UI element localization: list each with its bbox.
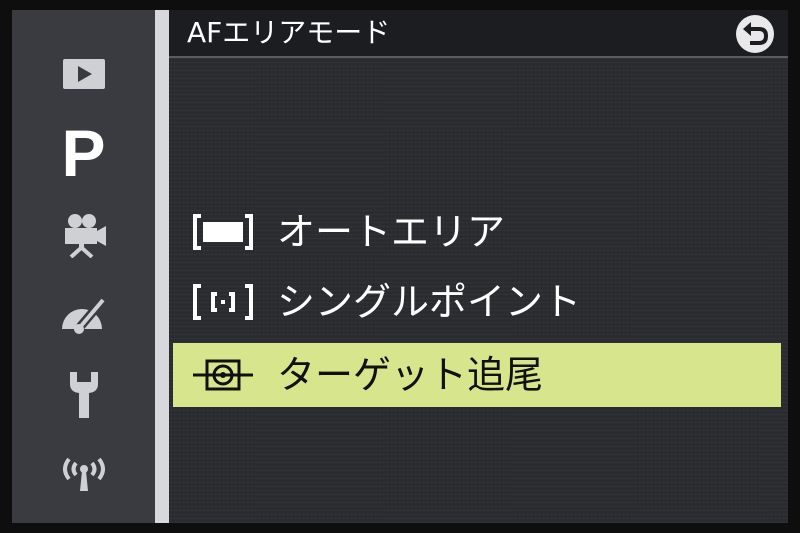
camera-screen: P AFエリアモード オートエリア シングルポイント ターゲット追尾 (0, 0, 800, 533)
menu-panel: AFエリアモード オートエリア シングルポイント ターゲット追尾 (169, 10, 788, 523)
single-point-bracket-icon (173, 270, 273, 334)
menu-item-target-tracking[interactable]: ターゲット追尾 (173, 343, 781, 407)
menu-item-label: シングルポイント (277, 280, 582, 324)
target-tracking-icon (173, 343, 273, 407)
shooting-mode-icon[interactable]: P (12, 114, 155, 192)
return-icon (736, 15, 774, 53)
menu-header: AFエリアモード (169, 10, 788, 58)
shooting-mode-label: P (61, 116, 106, 190)
page-title: AFエリアモード (187, 16, 391, 49)
wrench-setup-icon[interactable] (12, 368, 155, 422)
menu-item-single-point[interactable]: シングルポイント (173, 270, 781, 334)
menu-item-label: オートエリア (277, 210, 506, 254)
scroll-divider (155, 10, 169, 523)
back-button[interactable] (735, 14, 775, 54)
movie-camera-icon[interactable] (12, 210, 155, 260)
wireless-icon[interactable] (12, 448, 155, 498)
menu-item-auto-area[interactable]: オートエリア (173, 200, 781, 264)
playback-icon[interactable] (12, 54, 155, 94)
menu-item-label: ターゲット追尾 (277, 353, 544, 397)
sidebar: P (12, 10, 155, 523)
retouch-icon[interactable] (12, 290, 155, 340)
auto-area-bracket-icon (173, 200, 273, 264)
